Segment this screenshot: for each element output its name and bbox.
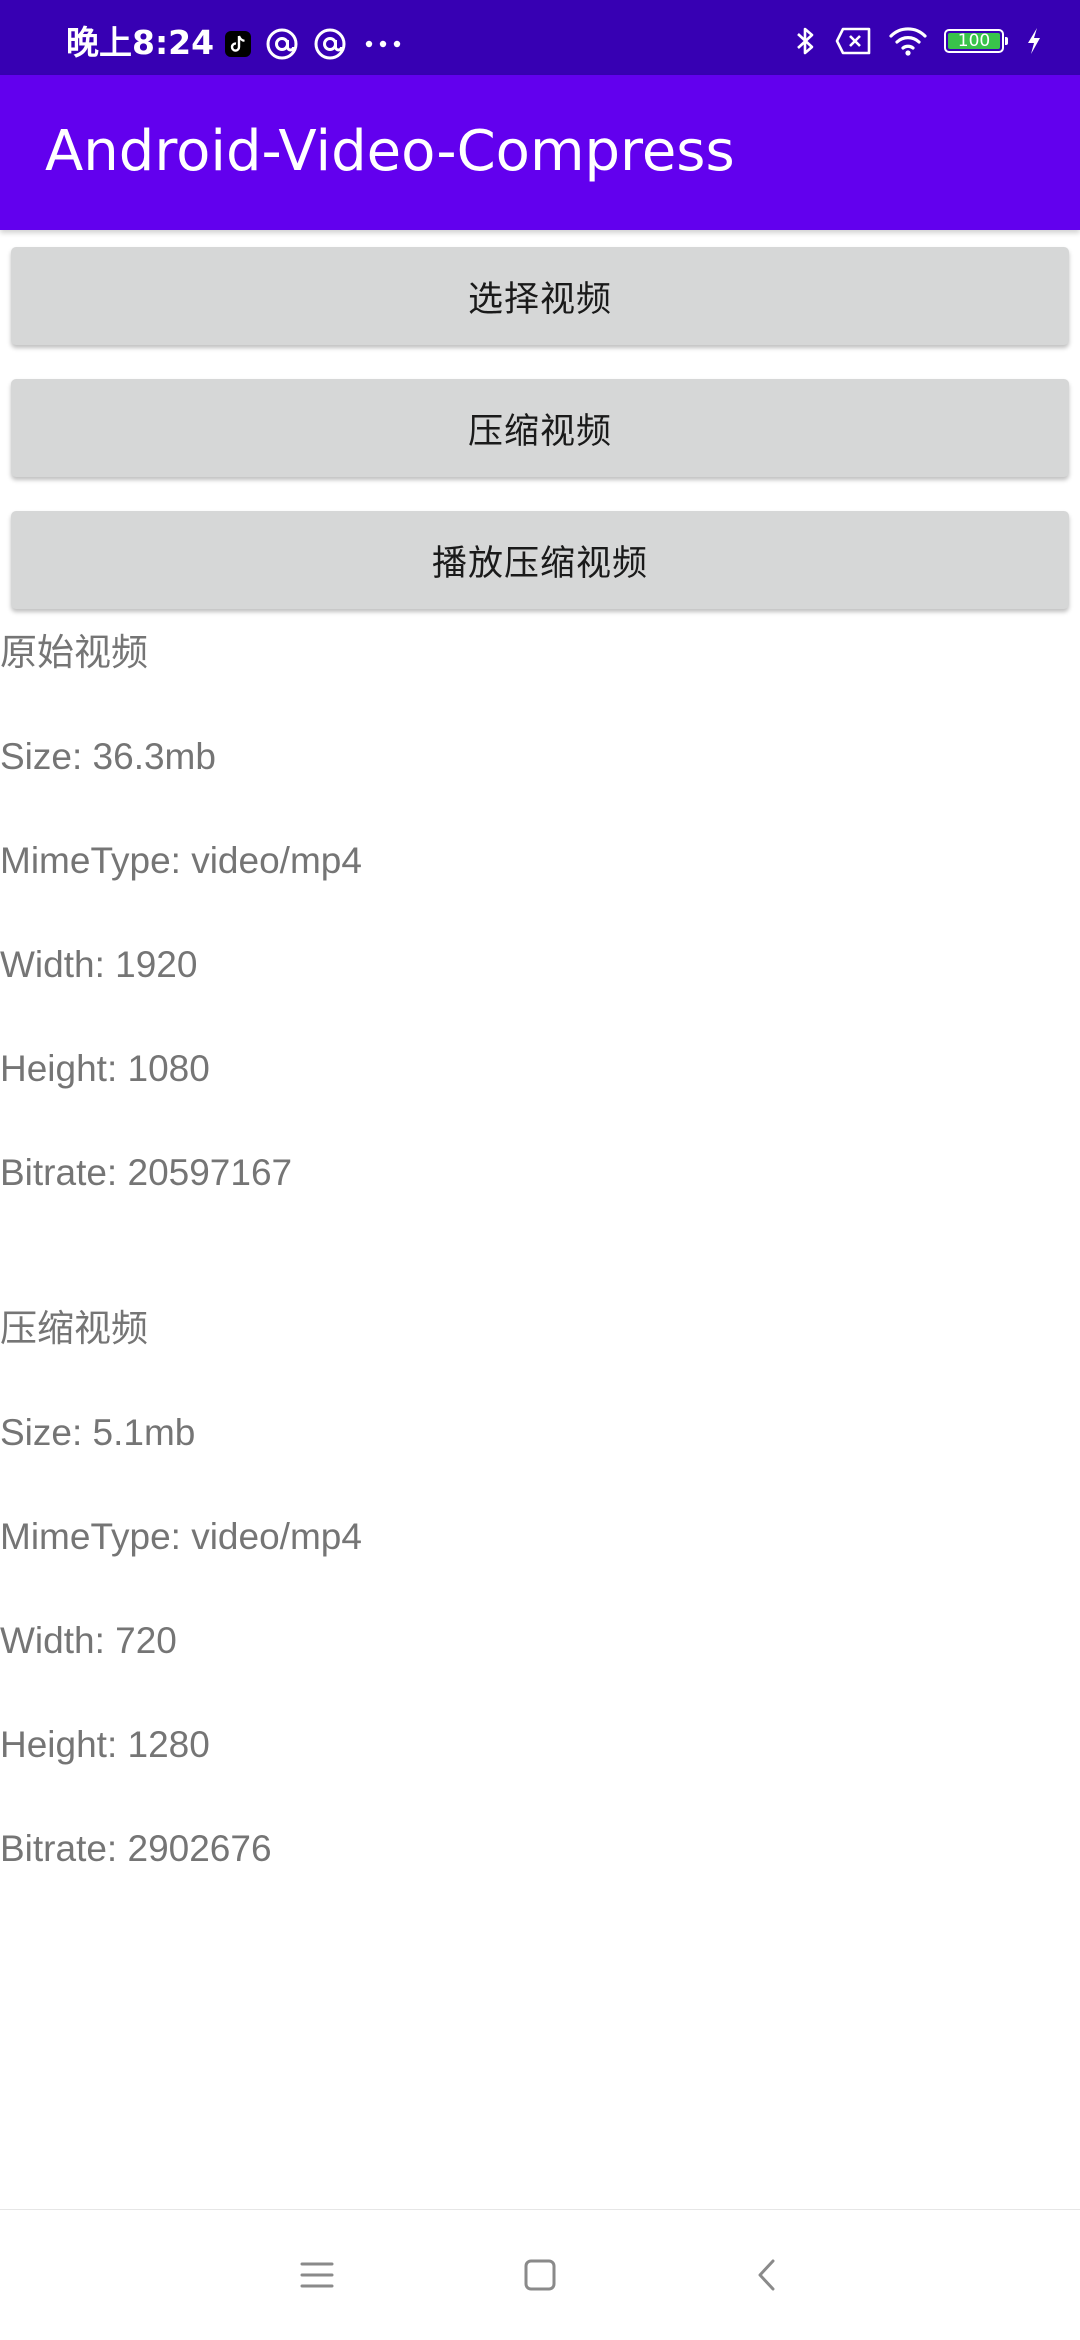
compress-video-button[interactable]: 压缩视频 <box>11 379 1069 477</box>
original-video-mime-type: MimeType: video/mp4 <box>0 840 362 881</box>
battery-icon: 100 <box>944 29 1008 53</box>
at-sign-icon <box>313 27 347 61</box>
status-bar: 晚上8:24 100 <box>0 0 1080 75</box>
compressed-video-mime-type: MimeType: video/mp4 <box>0 1516 362 1557</box>
original-video-size: Size: 36.3mb <box>0 736 216 777</box>
app-bar: Android-Video-Compress <box>0 75 1080 230</box>
at-sign-icon <box>265 27 299 61</box>
compressed-video-heading: 压缩视频 <box>0 1308 148 1349</box>
navigation-bar <box>0 2210 1080 2340</box>
status-notification-icons <box>225 27 405 61</box>
play-compressed-video-button[interactable]: 播放压缩视频 <box>11 511 1069 609</box>
original-video-width: Width: 1920 <box>0 944 198 985</box>
compressed-video-bitrate: Bitrate: 2902676 <box>0 1828 272 1869</box>
battery-level: 100 <box>957 31 991 51</box>
back-icon[interactable] <box>752 2257 782 2297</box>
more-dots-icon <box>361 27 405 61</box>
wifi-icon <box>888 25 928 57</box>
original-video-heading: 原始视频 <box>0 632 148 673</box>
status-system-icons: 100 <box>792 24 1044 58</box>
no-sim-icon <box>834 26 872 56</box>
menu-icon[interactable] <box>298 2257 336 2297</box>
original-video-bitrate: Bitrate: 20597167 <box>0 1152 293 1193</box>
charging-icon <box>1024 25 1044 57</box>
compressed-video-height: Height: 1280 <box>0 1724 210 1765</box>
status-time: 晚上8:24 <box>66 23 215 62</box>
compressed-video-size: Size: 5.1mb <box>0 1412 196 1453</box>
app-title: Android-Video-Compress <box>45 119 735 184</box>
compressed-video-width: Width: 720 <box>0 1620 177 1661</box>
tiktok-icon <box>225 31 251 57</box>
original-video-height: Height: 1080 <box>0 1048 210 1089</box>
home-icon[interactable] <box>522 2257 558 2297</box>
bluetooth-icon <box>792 24 818 58</box>
select-video-button[interactable]: 选择视频 <box>11 247 1069 345</box>
